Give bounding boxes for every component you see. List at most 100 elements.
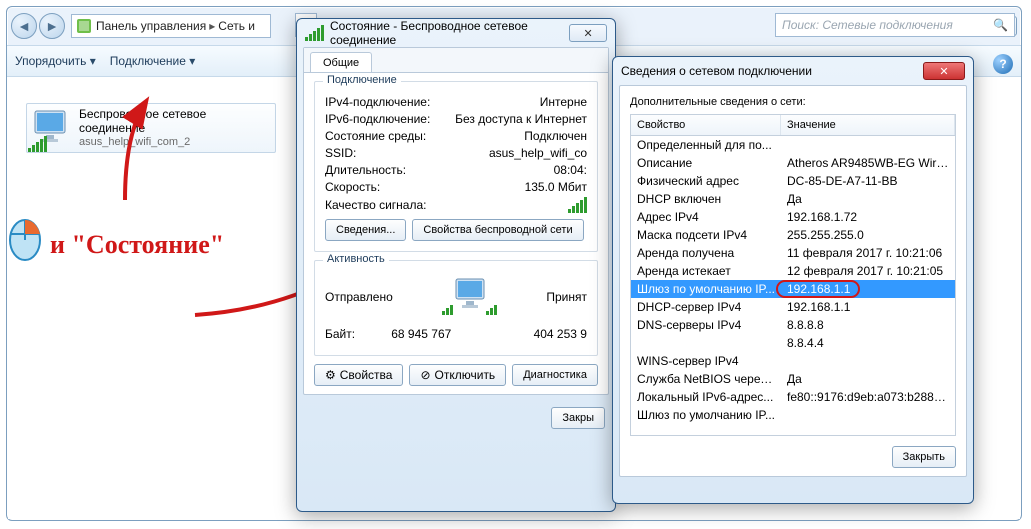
details-dialog: Сведения о сетевом подключении ✕ Дополни… — [612, 56, 974, 504]
table-row[interactable]: Маска подсети IPv4255.255.255.0 — [631, 226, 955, 244]
diagnose-button[interactable]: Диагностика — [512, 364, 598, 386]
dur-value: 08:04: — [554, 163, 587, 177]
details-titlebar[interactable]: Сведения о сетевом подключении ✕ — [613, 57, 973, 85]
ipv6-value: Без доступа к Интернет — [455, 112, 587, 126]
table-row[interactable]: Аренда истекает12 февраля 2017 г. 10:21:… — [631, 262, 955, 280]
cell-property: Локальный IPv6-адрес... — [631, 388, 781, 406]
table-row[interactable]: 8.8.4.4 — [631, 334, 955, 352]
ipv6-label: IPv6-подключение: — [325, 112, 430, 126]
table-header: Свойство Значение — [631, 115, 955, 136]
help-button[interactable]: ? — [993, 54, 1013, 74]
ssid-label: SSID: — [325, 146, 356, 160]
cell-value: fe80::9176:d9eb:a073:b288%43 — [781, 388, 955, 406]
table-row[interactable]: ОписаниеAtheros AR9485WB-EG Wireless Net… — [631, 154, 955, 172]
details-close-button[interactable]: ✕ — [923, 62, 965, 80]
table-row[interactable]: Аренда получена11 февраля 2017 г. 10:21:… — [631, 244, 955, 262]
table-row[interactable]: Физический адресDC-85-DE-A7-11-BB — [631, 172, 955, 190]
properties-button[interactable]: ⚙Свойства — [314, 364, 403, 386]
toolbar-connect[interactable]: Подключение — [110, 54, 195, 68]
control-panel-icon — [76, 18, 92, 34]
toolbar-organize[interactable]: Упорядочить — [15, 54, 96, 68]
cell-value: Да — [781, 370, 955, 388]
tab-general[interactable]: Общие — [310, 52, 372, 72]
wireless-props-button[interactable]: Свойства беспроводной сети — [412, 219, 583, 241]
bytes-label: Байт: — [325, 327, 355, 341]
table-row[interactable]: Адрес IPv4192.168.1.72 — [631, 208, 955, 226]
th-value[interactable]: Значение — [781, 115, 955, 135]
ssid-value: asus_help_wifi_co — [489, 146, 587, 160]
cell-property: DHCP включен — [631, 190, 781, 208]
table-row[interactable]: DHCP-сервер IPv4192.168.1.1 — [631, 298, 955, 316]
table-row[interactable]: Локальный IPv6-адрес...fe80::9176:d9eb:a… — [631, 388, 955, 406]
cell-property: Шлюз по умолчанию IP... — [631, 406, 781, 424]
cell-property: Адрес IPv4 — [631, 208, 781, 226]
table-row[interactable]: Шлюз по умолчанию IP...192.168.1.1 — [631, 280, 955, 298]
details-title: Сведения о сетевом подключении — [621, 64, 812, 78]
wifi-icon — [305, 25, 324, 41]
signal-bars-icon — [28, 136, 47, 152]
cell-property: Аренда получена — [631, 244, 781, 262]
cell-property: Служба NetBIOS через... — [631, 370, 781, 388]
cell-value: Atheros AR9485WB-EG Wireless Netw — [781, 154, 955, 172]
disconnect-button[interactable]: ⊘Отключить — [409, 364, 506, 386]
cell-property: Маска подсети IPv4 — [631, 226, 781, 244]
annotation-text: и "Состояние" — [50, 230, 224, 260]
breadcrumb-sep: ▸ — [209, 19, 215, 33]
media-label: Состояние среды: — [325, 129, 426, 143]
dur-label: Длительность: — [325, 163, 406, 177]
details-close-footer-button[interactable]: Закрыть — [892, 446, 956, 468]
nav-fwd-button[interactable]: ► — [39, 13, 65, 39]
status-close-button[interactable]: ✕ — [569, 24, 607, 42]
cell-value: 192.168.1.1 — [781, 280, 955, 298]
status-titlebar[interactable]: Состояние - Беспроводное сетевое соедине… — [297, 19, 615, 47]
cell-value: 192.168.1.72 — [781, 208, 955, 226]
details-button[interactable]: Сведения... — [325, 219, 406, 241]
cell-property: WINS-сервер IPv4 — [631, 352, 781, 370]
connection-item[interactable]: Беспроводное сетевое соединение asus_hel… — [26, 103, 276, 153]
signal-label: Качество сигнала: — [325, 198, 426, 212]
cell-value — [781, 136, 955, 154]
recv-label: Принят — [546, 290, 587, 304]
cell-property: Шлюз по умолчанию IP... — [631, 280, 781, 298]
disconnect-icon: ⊘ — [420, 368, 430, 382]
cell-property: DNS-серверы IPv4 — [631, 316, 781, 334]
details-caption: Дополнительные сведения о сети: — [630, 96, 956, 108]
bytes-recv: 404 253 9 — [534, 327, 587, 341]
bytes-sent: 68 945 767 — [391, 327, 451, 341]
cell-property: Описание — [631, 154, 781, 172]
table-row[interactable]: DNS-серверы IPv48.8.8.8 — [631, 316, 955, 334]
sent-label: Отправлено — [325, 290, 393, 304]
cell-value: Да — [781, 190, 955, 208]
cell-property: Аренда истекает — [631, 262, 781, 280]
status-tabs: Общие — [304, 48, 608, 73]
table-row[interactable]: DHCP включенДа — [631, 190, 955, 208]
breadcrumb[interactable]: Панель управления ▸ Сеть и — [71, 14, 271, 38]
breadcrumb-root[interactable]: Панель управления — [96, 19, 206, 33]
gear-icon: ⚙ — [325, 368, 336, 382]
ipv4-label: IPv4-подключение: — [325, 95, 430, 109]
group-connection: Подключение IPv4-подключение:Интерне IPv… — [314, 81, 598, 252]
table-row[interactable]: Шлюз по умолчанию IP... — [631, 406, 955, 424]
cell-value: 255.255.255.0 — [781, 226, 955, 244]
ipv4-value: Интерне — [540, 95, 587, 109]
group-activity-label: Активность — [323, 253, 389, 265]
search-input[interactable]: Поиск: Сетевые подключения — [775, 13, 1015, 37]
breadcrumb-child[interactable]: Сеть и — [218, 19, 255, 33]
cell-property: DHCP-сервер IPv4 — [631, 298, 781, 316]
table-row[interactable]: Служба NetBIOS через...Да — [631, 370, 955, 388]
signal-quality-icon — [568, 197, 587, 213]
details-table[interactable]: Свойство Значение Определенный для по...… — [630, 114, 956, 436]
table-row[interactable]: WINS-сервер IPv4 — [631, 352, 955, 370]
activity-icon — [442, 275, 498, 319]
table-row[interactable]: Определенный для по... — [631, 136, 955, 154]
connection-name: Беспроводное сетевое соединение — [79, 107, 269, 135]
cell-value: 12 февраля 2017 г. 10:21:05 — [781, 262, 955, 280]
status-close-footer-button[interactable]: Закры — [551, 407, 605, 429]
search-placeholder: Поиск: Сетевые подключения — [782, 18, 953, 32]
status-dialog: Состояние - Беспроводное сетевое соедине… — [296, 18, 616, 512]
cell-value — [781, 352, 955, 370]
th-property[interactable]: Свойство — [631, 115, 781, 135]
cell-value: DC-85-DE-A7-11-BB — [781, 172, 955, 190]
nav-back-button[interactable]: ◄ — [11, 13, 37, 39]
cell-value: 192.168.1.1 — [781, 298, 955, 316]
